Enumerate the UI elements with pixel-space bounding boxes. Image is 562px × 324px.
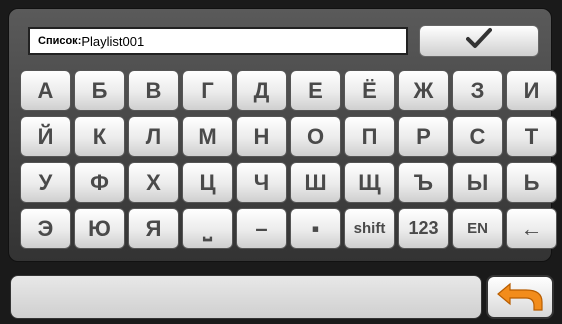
key[interactable]: З	[452, 70, 503, 111]
shift-key[interactable]: shift	[344, 208, 395, 249]
keyboard: А Б В Г Д Е Ё Ж З И Й К Л М Н О П Р С Т …	[20, 70, 557, 258]
key[interactable]: М	[182, 116, 233, 157]
key[interactable]: Ь	[506, 162, 557, 203]
key[interactable]: Э	[20, 208, 71, 249]
key[interactable]: Х	[128, 162, 179, 203]
key[interactable]: Ш	[290, 162, 341, 203]
key[interactable]: Я	[128, 208, 179, 249]
backspace-key[interactable]: ←	[506, 208, 557, 249]
key[interactable]: Б	[74, 70, 125, 111]
key[interactable]: Ё	[344, 70, 395, 111]
space-key[interactable]: ⎵	[182, 208, 233, 249]
key[interactable]: Ч	[236, 162, 287, 203]
key[interactable]: В	[128, 70, 179, 111]
key[interactable]: Ъ	[398, 162, 449, 203]
dot-key[interactable]: ▪	[290, 208, 341, 249]
key[interactable]: Ю	[74, 208, 125, 249]
key[interactable]: И	[506, 70, 557, 111]
numbers-key[interactable]: 123	[398, 208, 449, 249]
list-name-input[interactable]: Список: Playlist001	[28, 27, 408, 55]
confirm-button[interactable]	[419, 25, 539, 57]
key[interactable]: Р	[398, 116, 449, 157]
key[interactable]: Д	[236, 70, 287, 111]
key[interactable]: Е	[290, 70, 341, 111]
key[interactable]: П	[344, 116, 395, 157]
key[interactable]: О	[290, 116, 341, 157]
key[interactable]: Й	[20, 116, 71, 157]
checkmark-icon	[466, 27, 492, 56]
key[interactable]: У	[20, 162, 71, 203]
language-key[interactable]: EN	[452, 208, 503, 249]
back-button[interactable]	[486, 275, 554, 319]
key[interactable]: Щ	[344, 162, 395, 203]
message-bar	[10, 275, 482, 319]
key[interactable]: С	[452, 116, 503, 157]
key[interactable]: Ы	[452, 162, 503, 203]
key[interactable]: Л	[128, 116, 179, 157]
key[interactable]: Г	[182, 70, 233, 111]
key[interactable]: Н	[236, 116, 287, 157]
input-label: Список:	[38, 35, 82, 47]
key[interactable]: Ж	[398, 70, 449, 111]
back-arrow-icon	[496, 278, 544, 317]
key[interactable]: К	[74, 116, 125, 157]
key[interactable]: Ц	[182, 162, 233, 203]
input-value: Playlist001	[81, 33, 145, 49]
dash-key[interactable]: –	[236, 208, 287, 249]
key[interactable]: А	[20, 70, 71, 111]
key[interactable]: Т	[506, 116, 557, 157]
key[interactable]: Ф	[74, 162, 125, 203]
